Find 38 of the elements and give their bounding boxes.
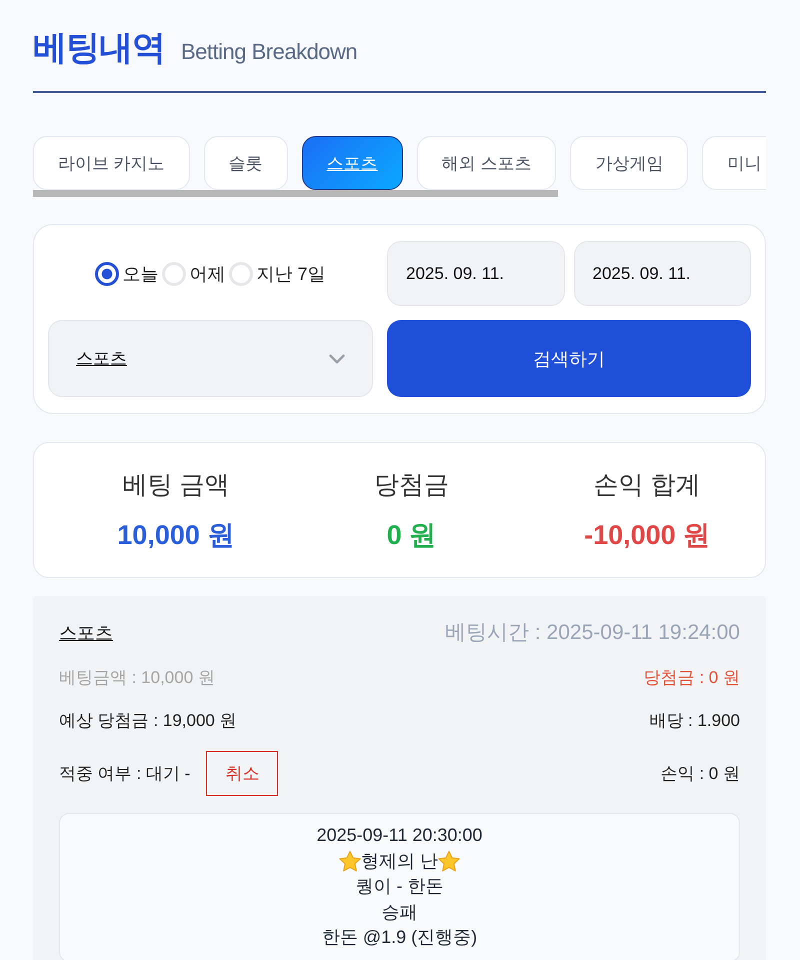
bet-category: 스포츠 xyxy=(59,622,113,645)
winnings-text: 당첨금 : 0 원 xyxy=(644,667,740,689)
detail-text: 퀑이 - 한돈 xyxy=(356,875,444,898)
category-tab[interactable]: 가상게임 xyxy=(570,136,688,190)
radio-icon[interactable] xyxy=(95,262,120,286)
summary-label: 손익 합계 xyxy=(594,470,701,500)
category-tab[interactable]: 해외 스포츠 xyxy=(416,136,556,190)
star-icon xyxy=(338,850,361,872)
bet-time: 베팅시간 : 2025-09-11 19:24:00 xyxy=(445,620,740,646)
summary-value: 0 원 xyxy=(386,520,436,550)
period-radio[interactable]: 지난 7일 xyxy=(229,262,326,286)
profit-text: 손익 : 0 원 xyxy=(660,762,740,784)
scrollbar-thumb[interactable] xyxy=(33,190,558,197)
expected-winnings: 예상 당첨금 : 19,000 원 xyxy=(59,710,237,732)
bet-amount: 베팅금액 : 10,000 원 xyxy=(59,667,215,689)
category-tab[interactable]: 슬롯 xyxy=(204,136,288,190)
summary-label: 당첨금 xyxy=(374,470,449,500)
match-title: 형제의 난 xyxy=(360,850,438,872)
detail-text: 한돈 @1.9 (진행중) xyxy=(322,926,478,949)
cancel-button[interactable]: 취소 xyxy=(206,751,278,796)
detail-text: 2025-09-11 20:30:00 xyxy=(316,824,482,847)
end-date-field[interactable]: 2025. 09. 11. xyxy=(574,241,751,306)
period-radio[interactable]: 어제 xyxy=(162,262,226,286)
summary-value: 10,000 원 xyxy=(117,520,234,550)
result-status: 적중 여부 : 대기 - xyxy=(59,762,190,784)
category-tab[interactable]: 라이브 카지노 xyxy=(33,136,190,190)
period-radio[interactable]: 오늘 xyxy=(95,262,158,286)
summary-label: 베팅 금액 xyxy=(122,470,230,500)
summary-value: -10,000 원 xyxy=(584,520,710,550)
detail-text: 승패 xyxy=(382,900,418,924)
category-select[interactable]: 스포츠 xyxy=(48,320,373,397)
search-button[interactable]: 검색하기 xyxy=(387,320,751,397)
odds-text: 배당 : 1.900 xyxy=(649,710,740,732)
page-title: 베팅내역 xyxy=(33,28,165,68)
category-tab[interactable]: 미니 xyxy=(702,136,766,190)
page-subtitle: Betting Breakdown xyxy=(181,39,358,65)
start-date-field[interactable]: 2025. 09. 11. xyxy=(387,241,564,306)
star-icon xyxy=(438,850,460,872)
